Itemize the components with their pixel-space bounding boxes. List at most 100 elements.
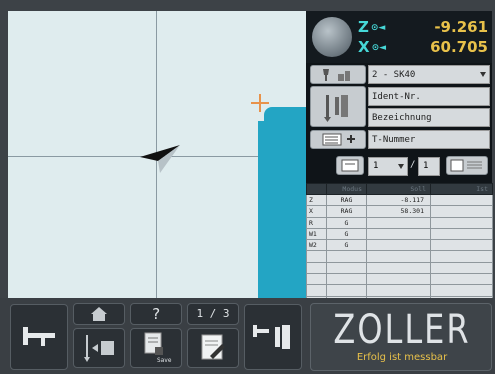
t-nummer-field[interactable]: T-Nummer (368, 130, 490, 149)
page-indicator[interactable]: 1 / 3 (187, 303, 239, 325)
chevron-down-icon (480, 72, 486, 77)
coordinate-display: Z ⊙◄ -9.261 X ⊙◄ 60.705 (306, 11, 492, 63)
table-header-row: Modus Soll Ist (306, 183, 493, 195)
edit-button[interactable] (187, 328, 239, 368)
soll-cell (366, 227, 431, 241)
modus-cell: RAG (326, 205, 367, 218)
modus-cell (326, 284, 367, 297)
modus-cell: G (326, 216, 367, 229)
index-current: 1 (373, 161, 379, 171)
page-label: 1 / 3 (196, 307, 230, 320)
measurement-viewport[interactable] (8, 11, 306, 298)
axis-cell (306, 250, 327, 263)
axis-cell: Z (306, 193, 327, 207)
holder-row: 2 - SK40 (306, 64, 492, 85)
save-label: Save (157, 357, 172, 364)
help-button[interactable]: ? (130, 303, 182, 325)
col-modus-header: Modus (326, 183, 367, 195)
tool-assembly-icon (324, 95, 348, 122)
ist-cell (430, 250, 493, 263)
axis-cell (306, 261, 327, 275)
z-axis-icon: Z ⊙◄ (358, 18, 386, 36)
ist-cell (430, 284, 493, 297)
table-row[interactable] (306, 261, 493, 275)
ist-cell (430, 205, 493, 218)
assembly-button[interactable] (310, 86, 366, 127)
data-sheet-icon (450, 159, 482, 172)
col-axis-header (306, 183, 327, 195)
x-axis-letter: X (358, 38, 370, 56)
index-select[interactable]: 1 (368, 157, 408, 176)
soll-cell (366, 273, 431, 286)
tool-tip-marker-icon (251, 94, 269, 112)
table-row[interactable] (306, 284, 493, 297)
ist-cell (430, 227, 493, 241)
table-row[interactable] (306, 250, 493, 263)
axis-cell: X (306, 205, 327, 218)
modus-cell (326, 261, 367, 275)
tool-info-panel: Z ⊙◄ -9.261 X ⊙◄ 60.705 2 - SK40 Ident-Nr.… (306, 11, 493, 308)
tool-silhouette (258, 107, 306, 298)
modus-cell (326, 273, 367, 286)
help-label: ? (151, 305, 161, 323)
ident-nr-field[interactable]: Ident-Nr. (368, 87, 490, 106)
ist-cell (430, 193, 493, 207)
x-axis-icon: X ⊙◄ (358, 38, 387, 56)
soll-cell: -8.117 (366, 193, 431, 207)
table-row[interactable] (306, 273, 493, 286)
col-soll-header: Soll (366, 183, 431, 195)
holder-icon (323, 69, 350, 81)
home-icon (91, 307, 107, 321)
add-tool-button[interactable] (310, 130, 366, 149)
tool-holder-button[interactable] (244, 304, 302, 370)
holder-button[interactable] (310, 65, 366, 84)
orientation-ball-icon (312, 17, 352, 57)
caliper-icon (23, 327, 55, 346)
save-button[interactable]: Save (130, 328, 182, 368)
axis-cell (306, 284, 327, 297)
soll-cell: 58.301 (366, 205, 431, 218)
pointer-arrow-icon (140, 145, 180, 173)
ist-cell (430, 216, 493, 229)
axis-cell: W1 (306, 227, 327, 241)
soll-cell (366, 250, 431, 263)
tool-transfer-button[interactable] (73, 328, 125, 368)
z-coordinate-value: -9.261 (434, 18, 488, 36)
table-row[interactable]: W1 G (306, 227, 493, 241)
home-button[interactable] (73, 303, 125, 325)
soll-cell (366, 216, 431, 229)
index-button[interactable] (336, 156, 364, 175)
holder-select[interactable]: 2 - SK40 (368, 65, 490, 84)
axis-cell: W2 (306, 239, 327, 252)
index-total: 1 (418, 157, 440, 176)
brand-tagline: Erfolg ist messbar (356, 352, 448, 363)
ist-cell (430, 261, 493, 275)
table-row[interactable]: X RAG 58.301 (306, 205, 493, 218)
table-row[interactable]: Z RAG -8.117 (306, 193, 493, 207)
col-ist-header: Ist (430, 183, 493, 195)
chevron-down-icon (398, 164, 404, 169)
x-coordinate-value: 60.705 (430, 38, 488, 56)
axis-cell (306, 273, 327, 286)
caliper-button[interactable] (10, 304, 68, 370)
tool-holder-icon (253, 325, 290, 349)
bezeichnung-field[interactable]: Bezeichnung (368, 108, 490, 127)
edit-note-icon (201, 334, 225, 360)
ist-cell (430, 273, 493, 286)
tool-transfer-icon (84, 335, 114, 362)
z-axis-letter: Z (358, 18, 369, 36)
holder-select-value: 2 - SK40 (372, 70, 416, 80)
modus-cell: G (326, 227, 367, 241)
soll-cell (366, 284, 431, 297)
axis-cell: R (306, 216, 327, 229)
add-list-icon (322, 133, 355, 146)
table-row[interactable]: RG (306, 216, 493, 229)
record-icon (341, 159, 359, 172)
zoller-logo: ZOLLER Erfolg ist messbar (310, 303, 492, 371)
index-separator: / (410, 160, 416, 170)
table-row[interactable]: W2 G (306, 239, 493, 252)
measurement-table: Modus Soll Ist Z RAG -8.117 X RAG 58.301 R G W1 G… (306, 183, 493, 308)
data-view-button[interactable] (446, 156, 488, 175)
modus-cell: RAG (326, 193, 367, 207)
modus-cell (326, 250, 367, 263)
